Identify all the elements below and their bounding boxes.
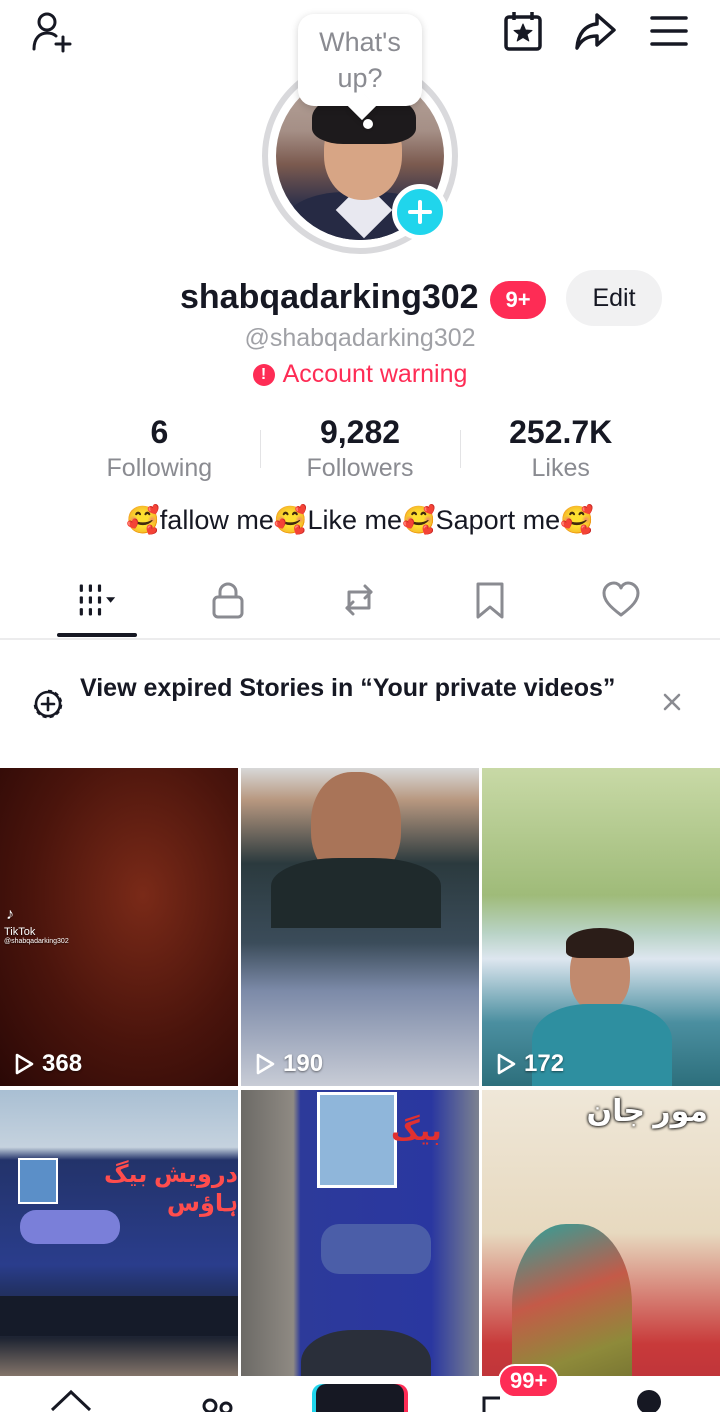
profile-stats: 6 Following 9,282 Followers 252.7K Likes — [59, 412, 661, 488]
stat-label: Followers — [306, 454, 414, 482]
tab-saved[interactable] — [450, 574, 530, 626]
play-icon — [256, 1053, 275, 1075]
tiktok-logo-icon: ♪ — [6, 906, 14, 923]
video-thumbnail[interactable]: ♪ TikTok @shabqadarking302 368 — [0, 768, 238, 1086]
stat-label: Likes — [531, 454, 590, 482]
username: shabqadarking302 — [180, 278, 479, 316]
tab-liked[interactable] — [581, 574, 661, 626]
bubble-dot — [363, 119, 373, 129]
edit-profile-button[interactable]: Edit — [566, 270, 662, 326]
account-warning[interactable]: ! Account warning — [0, 360, 720, 389]
view-count: 368 — [12, 1050, 82, 1078]
username-notification-badge[interactable]: 9+ — [490, 281, 546, 319]
profile-dot-icon — [637, 1390, 661, 1412]
tab-videos[interactable] — [57, 574, 137, 626]
lock-icon — [212, 582, 244, 619]
menu-icon[interactable] — [644, 6, 694, 56]
warning-icon: ! — [252, 363, 275, 386]
video-thumbnail[interactable]: مور جان — [482, 1090, 720, 1408]
add-friend-icon[interactable] — [26, 6, 76, 56]
repost-icon — [345, 584, 373, 616]
videos-grid-icon — [79, 584, 116, 616]
story-add-icon — [33, 689, 63, 719]
view-count: 190 — [253, 1050, 323, 1078]
expired-stories-text: View expired Stories in “Your private vi… — [80, 674, 616, 702]
add-story-button[interactable] — [392, 184, 448, 240]
view-count-value: 172 — [524, 1050, 565, 1077]
bookmark-icon — [476, 582, 504, 619]
video-thumbnail[interactable]: 172 — [482, 768, 720, 1086]
nav-friends[interactable] — [192, 1384, 242, 1412]
stat-likes[interactable]: 252.7K Likes — [460, 412, 661, 488]
tab-private[interactable] — [188, 574, 268, 626]
view-count: 172 — [494, 1050, 564, 1078]
stat-value: 9,282 — [319, 414, 401, 450]
view-count-value: 368 — [42, 1050, 83, 1077]
video-thumbnail[interactable]: 190 — [241, 768, 479, 1086]
video-caption: مور جان — [586, 1095, 708, 1128]
home-icon — [50, 1389, 92, 1412]
nav-home[interactable] — [46, 1384, 96, 1412]
video-grid: ♪ TikTok @shabqadarking302 368 190 172 د… — [0, 768, 720, 1412]
video-thumbnail[interactable]: درویش بیگ ہاؤس — [0, 1090, 238, 1408]
friends-icon — [202, 1398, 233, 1412]
status-bubble[interactable]: What's up? — [298, 14, 422, 106]
share-icon[interactable] — [570, 6, 620, 56]
tab-reposts[interactable] — [319, 574, 399, 626]
close-icon[interactable] — [656, 686, 688, 718]
watermark-handle: @shabqadarking302 — [4, 938, 69, 945]
calendar-star-icon[interactable] — [498, 6, 548, 56]
tiktok-watermark: TikTok — [4, 926, 36, 938]
create-plus-icon — [316, 1384, 404, 1412]
stat-value: 252.7K — [509, 414, 613, 450]
profile-tabs — [0, 560, 720, 640]
play-icon — [497, 1053, 516, 1075]
heart-icon — [602, 581, 640, 617]
bottom-nav: 99+ — [0, 1364, 720, 1412]
stat-value: 6 — [150, 414, 169, 450]
stat-followers[interactable]: 9,282 Followers — [259, 412, 461, 488]
nav-create[interactable] — [313, 1384, 407, 1412]
stat-following[interactable]: 6 Following — [59, 412, 260, 488]
nav-profile[interactable] — [624, 1384, 674, 1412]
expired-stories-banner[interactable]: View expired Stories in “Your private vi… — [0, 660, 720, 750]
play-icon — [15, 1053, 34, 1075]
inbox-badge: 99+ — [498, 1364, 560, 1398]
video-thumbnail[interactable]: بیگ — [241, 1090, 479, 1408]
stat-label: Following — [106, 454, 213, 482]
username-row: shabqadarking302 9+ Edit — [0, 268, 720, 332]
account-warning-text: Account warning — [282, 360, 468, 388]
profile-bio: 🥰fallow me🥰Like me🥰Saport me🥰 — [126, 505, 594, 535]
user-handle: @shabqadarking302 — [244, 324, 476, 352]
active-tab-indicator — [57, 633, 137, 637]
view-count-value: 190 — [283, 1050, 324, 1077]
